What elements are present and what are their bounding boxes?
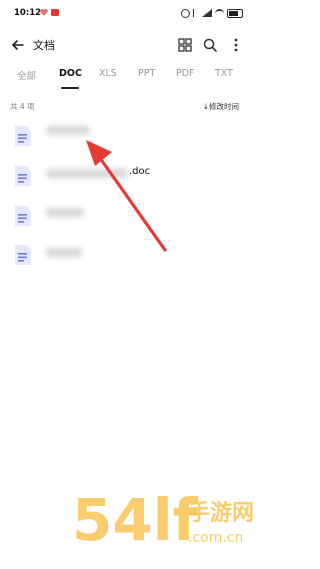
svg-text:手游网: 手游网 [188, 500, 254, 526]
svg-text:54lf: 54lf [72, 486, 199, 554]
site-watermark-logo: 54lf 手游网 .com.cn [72, 486, 254, 554]
svg-text:.com.cn: .com.cn [188, 530, 243, 546]
